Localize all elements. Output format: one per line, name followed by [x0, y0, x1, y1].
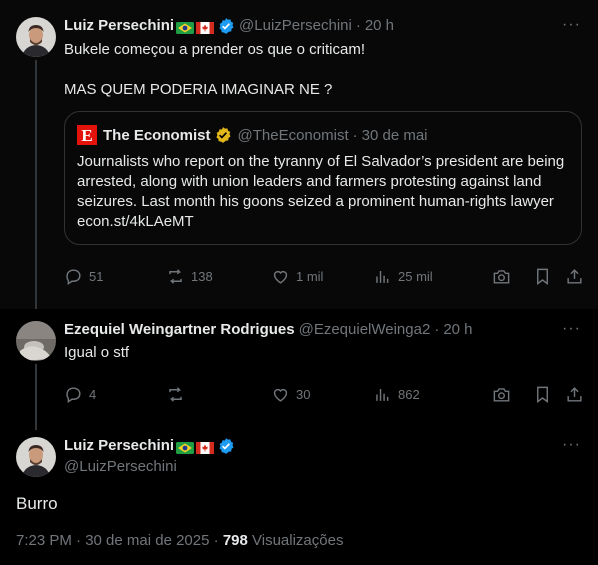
- author-name[interactable]: Luiz Persechini: [64, 16, 174, 36]
- bookmark-button[interactable]: [533, 385, 558, 404]
- quoted-author-row: E The Economist @TheEconomist · 30 de ma…: [77, 125, 428, 145]
- heart-icon: [273, 388, 288, 402]
- author-handle[interactable]: @LuizPersechini: [239, 16, 352, 36]
- reply-icon: [66, 387, 81, 403]
- grok-image-button[interactable]: [492, 267, 517, 286]
- reply-button[interactable]: 4: [64, 385, 96, 404]
- avatar[interactable]: [16, 321, 56, 361]
- thread-line: [35, 364, 37, 430]
- like-button[interactable]: 1 mil: [271, 267, 323, 286]
- gold-verified-badge-icon: [214, 126, 232, 144]
- author-row: Luiz Persechini: [64, 436, 239, 456]
- separator-dot: ·: [355, 17, 361, 34]
- action-bar: 51 138 1 mil 25 mil: [64, 267, 584, 287]
- like-button[interactable]: 30: [271, 385, 310, 404]
- separator-dot: ·: [434, 321, 440, 338]
- tweet-text: Igual o stf: [64, 344, 130, 361]
- grok-image-button[interactable]: [492, 385, 517, 404]
- camera-icon: [493, 270, 510, 284]
- thread-line: [35, 60, 37, 309]
- action-bar: 4 30 862: [64, 385, 584, 405]
- analytics-icon: [376, 270, 389, 283]
- heart-icon: [273, 270, 288, 284]
- views-count: 798: [222, 532, 248, 549]
- share-button[interactable]: [565, 385, 590, 404]
- more-options-icon[interactable]: ···: [562, 436, 581, 454]
- like-count: 1 mil: [296, 269, 324, 284]
- tweet-time[interactable]: 20 h: [443, 320, 472, 340]
- quoted-author-handle: @TheEconomist: [237, 126, 349, 144]
- share-icon: [567, 269, 582, 284]
- tweet-text: Burro: [16, 494, 58, 513]
- tweet-text: Bukele começou a prender os que o critic…: [64, 41, 365, 98]
- author-row: Luiz Persechini @LuizPersechini · 20 h: [64, 16, 394, 36]
- quoted-tweet-text: Journalists who report on the tyranny of…: [77, 153, 565, 230]
- bookmark-button[interactable]: [533, 267, 558, 286]
- more-options-icon[interactable]: ···: [562, 320, 581, 338]
- reply-icon: [66, 269, 81, 285]
- brazil-flag-icon: [176, 20, 195, 34]
- camera-icon: [493, 388, 510, 402]
- views-label: Visualizações: [252, 532, 344, 549]
- repost-icon: [169, 269, 182, 284]
- canada-flag-icon: [196, 440, 215, 454]
- reply-count: 4: [89, 387, 97, 402]
- analytics-icon: [376, 388, 389, 401]
- separator-dot: ·: [213, 532, 223, 549]
- author-handle[interactable]: @LuizPersechini: [64, 458, 177, 475]
- author-row: Ezequiel Weingartner Rodrigues @Ezequiel…: [64, 320, 473, 340]
- tweet-meta: 7:23 PM · 30 de mai de 2025 · 798 Visual…: [16, 532, 343, 549]
- bookmark-icon: [537, 268, 548, 286]
- views-button[interactable]: 25 mil: [373, 267, 433, 286]
- repost-count: 138: [191, 269, 213, 284]
- reply-count: 51: [89, 269, 104, 284]
- view-count: 25 mil: [398, 269, 433, 284]
- repost-icon: [169, 387, 182, 402]
- views-button[interactable]: 862: [373, 385, 420, 404]
- quoted-tweet-time: 30 de mai: [361, 126, 428, 144]
- brazil-flag-icon: [176, 440, 195, 454]
- share-icon: [567, 387, 582, 402]
- avatar[interactable]: [16, 17, 56, 57]
- author-name[interactable]: Luiz Persechini: [64, 436, 174, 456]
- like-count: 30: [296, 387, 311, 402]
- quoted-tweet[interactable]: E The Economist @TheEconomist · 30 de ma…: [64, 111, 582, 245]
- repost-button[interactable]: [166, 385, 191, 404]
- author-handle[interactable]: @EzequielWeinga2: [299, 320, 431, 340]
- bookmark-icon: [537, 386, 548, 404]
- author-name[interactable]: Ezequiel Weingartner Rodrigues: [64, 320, 295, 340]
- more-options-icon[interactable]: ···: [562, 16, 581, 34]
- repost-button[interactable]: 138: [166, 267, 213, 286]
- canada-flag-icon: [196, 20, 215, 34]
- tweet-time[interactable]: 20 h: [365, 16, 394, 36]
- verified-badge-icon[interactable]: [217, 17, 235, 35]
- avatar[interactable]: [16, 437, 56, 477]
- share-button[interactable]: [565, 267, 590, 286]
- quoted-author-name: The Economist: [103, 126, 211, 144]
- economist-logo: E: [77, 125, 97, 145]
- tweet-luiz[interactable]: Luiz Persechini @LuizPersechini · 20 h ·…: [0, 0, 598, 309]
- reply-button[interactable]: 51: [64, 267, 103, 286]
- view-count: 862: [398, 387, 420, 402]
- tweet-timestamp[interactable]: 7:23 PM · 30 de mai de 2025: [16, 532, 209, 549]
- separator-dot: ·: [352, 126, 358, 144]
- verified-badge-icon[interactable]: [217, 437, 235, 455]
